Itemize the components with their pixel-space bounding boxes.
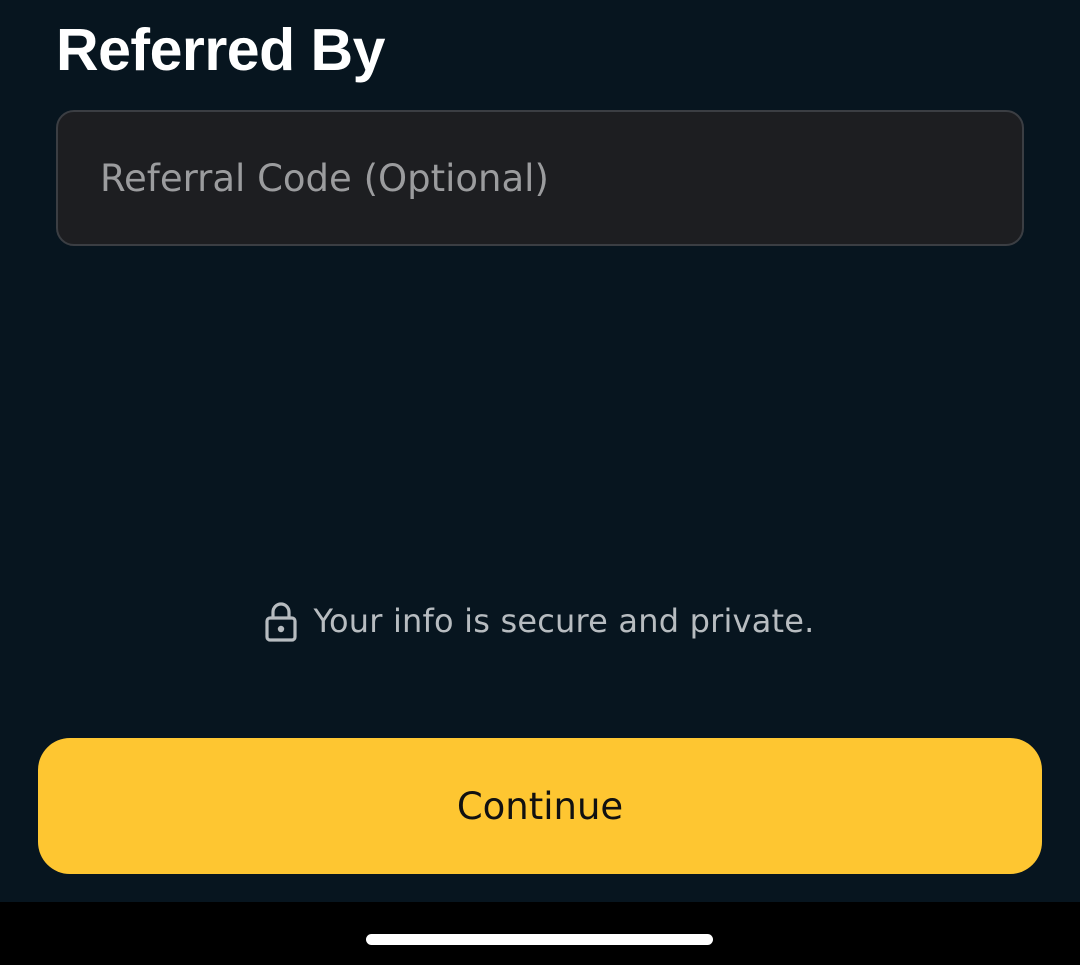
- home-indicator[interactable]: [366, 934, 713, 945]
- referral-code-input[interactable]: [56, 110, 1024, 246]
- secure-note-text: Your info is secure and private.: [313, 602, 815, 640]
- lock-icon: [265, 602, 298, 642]
- continue-button[interactable]: Continue: [38, 738, 1042, 874]
- referral-screen: Referred By Your info is secure and priv…: [0, 0, 1080, 965]
- system-navigation-bar: [0, 902, 1080, 965]
- secure-note: Your info is secure and private.: [0, 598, 1080, 644]
- page-title: Referred By: [56, 17, 385, 83]
